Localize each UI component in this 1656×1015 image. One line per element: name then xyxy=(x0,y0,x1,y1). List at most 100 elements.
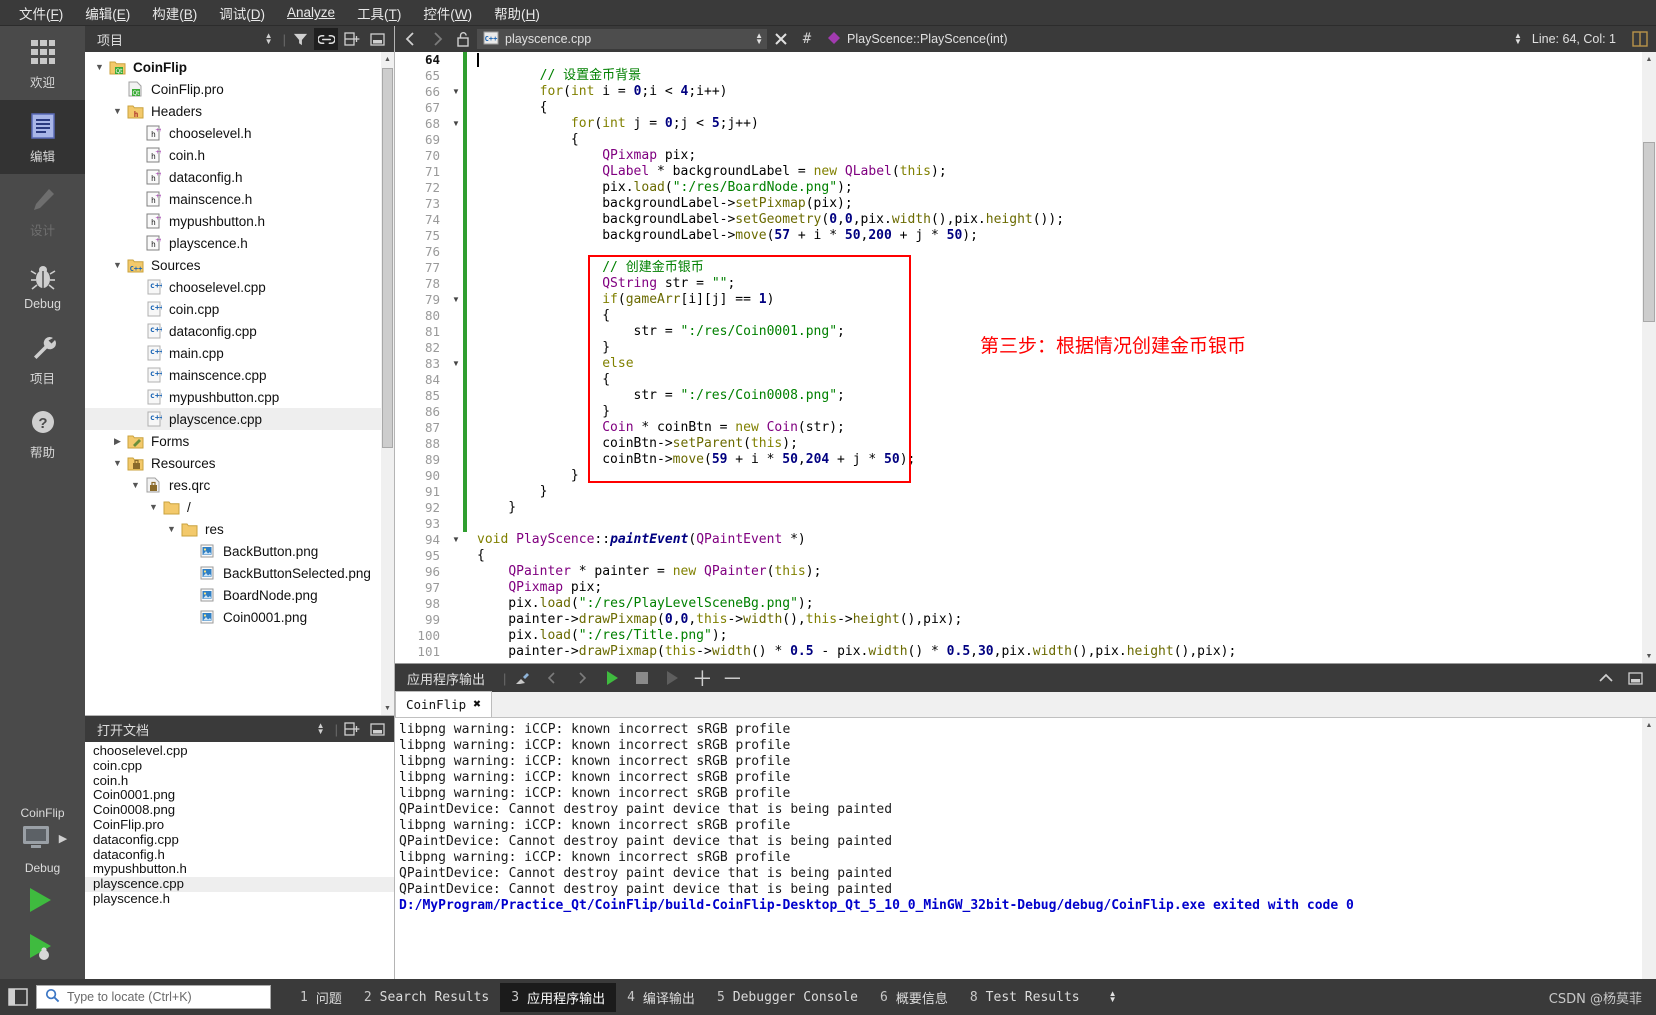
code-line[interactable] xyxy=(477,516,1656,532)
code-line[interactable]: coinBtn->move(59 + i * 50,204 + j * 50); xyxy=(477,452,1656,468)
tree-expander-icon[interactable]: ▼ xyxy=(111,106,124,116)
project-tree-scrollbar[interactable]: ▲ ▼ xyxy=(381,52,394,715)
menu-item-2[interactable]: 构建(B) xyxy=(141,0,208,26)
clear-output-icon[interactable] xyxy=(508,666,536,690)
code-line[interactable]: QPainter * painter = new QPainter(this); xyxy=(477,564,1656,580)
prev-item-icon[interactable] xyxy=(538,666,566,690)
code-editor[interactable]: 64 65 66 67 68 69 70 71 72 73 74 75 76 77 78 79 80 81 82 83… xyxy=(395,52,1656,663)
tree-item-dataconfig-h[interactable]: h ++ dataconfig.h xyxy=(85,166,394,188)
status-tab-0[interactable]: 1 问题 xyxy=(289,983,353,1012)
tree-item-coin-cpp[interactable]: c++ coin.cpp xyxy=(85,298,394,320)
close-icon[interactable]: ✖ xyxy=(473,697,481,712)
open-doc-item[interactable]: CoinFlip.pro xyxy=(85,817,394,833)
filter-icon[interactable] xyxy=(288,28,312,50)
add-split-icon-2[interactable] xyxy=(340,718,364,740)
close-panel-icon[interactable] xyxy=(366,28,390,50)
tree-item-mypushbutton-cpp[interactable]: c++ mypushbutton.cpp xyxy=(85,386,394,408)
editor-scroll-up[interactable]: ▲ xyxy=(1642,52,1656,66)
tree-item-main-cpp[interactable]: c++ main.cpp xyxy=(85,342,394,364)
mode-design[interactable]: 设计 xyxy=(0,174,85,248)
symbol-chip[interactable]: PlayScence::PlayScence(int) xyxy=(821,29,1172,49)
run-output-icon[interactable] xyxy=(598,666,626,690)
code-line[interactable]: painter->drawPixmap(this->width() * 0.5 … xyxy=(477,644,1656,660)
next-item-icon[interactable] xyxy=(568,666,596,690)
code-line[interactable]: for(int i = 0;i < 4;i++) xyxy=(477,84,1656,100)
open-doc-item[interactable]: Coin0001.png xyxy=(85,788,394,803)
open-documents-list[interactable]: chooselevel.cpp coin.cpp coin.h Coin0001.pn… xyxy=(85,742,394,1015)
code-line[interactable]: backgroundLabel->setPixmap(pix); xyxy=(477,196,1656,212)
code-line[interactable]: } xyxy=(477,500,1656,516)
tree-item-chooselevel-cpp[interactable]: c++ chooselevel.cpp xyxy=(85,276,394,298)
scroll-thumb[interactable] xyxy=(382,68,393,448)
kit-row[interactable]: ▶ xyxy=(18,822,67,855)
output-scrollbar[interactable]: ▲ ▼ xyxy=(1642,718,1656,1015)
open-doc-item[interactable]: coin.h xyxy=(85,773,394,789)
code-line[interactable]: { xyxy=(477,132,1656,148)
code-line[interactable]: } xyxy=(477,468,1656,484)
mode-help[interactable]: ? 帮助 xyxy=(0,396,85,470)
tree-item-coin0001-png[interactable]: Coin0001.png xyxy=(85,606,394,628)
code-line[interactable]: // 创建金币银币 xyxy=(477,260,1656,276)
fold-toggle-icon[interactable]: ▼ xyxy=(449,292,463,308)
code-line[interactable]: { xyxy=(477,548,1656,564)
mode-welcome[interactable]: 欢迎 xyxy=(0,26,85,100)
fold-column[interactable]: ▼ ▼ ▼ ▼ ▼ xyxy=(449,52,463,663)
menu-item-0[interactable]: 文件(F) xyxy=(8,0,74,26)
menu-item-1[interactable]: 编辑(E) xyxy=(74,0,141,26)
code-line[interactable]: // 设置金币背景 xyxy=(477,68,1656,84)
code-line[interactable]: { xyxy=(477,372,1656,388)
fold-toggle-icon[interactable]: ▼ xyxy=(449,84,463,100)
menu-item-7[interactable]: 帮助(H) xyxy=(483,0,551,26)
status-tab-6[interactable]: 8 Test Results xyxy=(959,985,1091,1010)
output-tab-coinflip[interactable]: CoinFlip ✖ xyxy=(395,691,493,717)
tree-item-mainscence-cpp[interactable]: c++ mainscence.cpp xyxy=(85,364,394,386)
code-line[interactable]: void PlayScence::paintEvent(QPaintEvent … xyxy=(477,532,1656,548)
split-editor-icon[interactable] xyxy=(1628,27,1652,51)
tree-item-chooselevel-h[interactable]: h ++ chooselevel.h xyxy=(85,122,394,144)
panel-selector-updown-icon-2[interactable]: ▲ ▼ xyxy=(309,718,333,740)
forward-arrow-icon[interactable] xyxy=(425,27,449,51)
mode-edit[interactable]: 编辑 xyxy=(0,100,85,174)
code-line[interactable]: coinBtn->setParent(this); xyxy=(477,436,1656,452)
tree-item-playscence-h[interactable]: h ++ playscence.h xyxy=(85,232,394,254)
hash-icon[interactable]: # xyxy=(795,27,819,51)
editor-scroll-down[interactable]: ▼ xyxy=(1642,649,1656,663)
link-with-editor-icon[interactable] xyxy=(314,28,338,50)
code-line[interactable]: for(int j = 0;j < 5;j++) xyxy=(477,116,1656,132)
zoom-in-icon[interactable]: ＋ xyxy=(688,666,716,691)
kit-build-mode[interactable]: Debug xyxy=(0,855,85,877)
tree-item-mypushbutton-h[interactable]: h ++ mypushbutton.h xyxy=(85,210,394,232)
status-tab-4[interactable]: 5 Debugger Console xyxy=(706,985,869,1010)
code-line[interactable]: QPixmap pix; xyxy=(477,148,1656,164)
code-line[interactable]: pix.load(":/res/Title.png"); xyxy=(477,628,1656,644)
close-output-icon[interactable] xyxy=(1622,666,1650,690)
locator-input[interactable]: Type to locate (Ctrl+K) xyxy=(36,985,271,1009)
fold-toggle-icon[interactable]: ▼ xyxy=(449,532,463,548)
code-line[interactable]: painter->drawPixmap(0,0,this->width(),th… xyxy=(477,612,1656,628)
code-line[interactable] xyxy=(477,244,1656,260)
menu-item-5[interactable]: 工具(T) xyxy=(346,0,412,26)
tree-item-backbuttonselected-png[interactable]: BackButtonSelected.png xyxy=(85,562,394,584)
menu-item-6[interactable]: 控件(W) xyxy=(412,0,483,26)
code-line[interactable]: } xyxy=(477,404,1656,420)
tree-item-res-qrc[interactable]: ▼ res.qrc xyxy=(85,474,394,496)
maximize-output-icon[interactable] xyxy=(1592,666,1620,690)
tree-expander-icon[interactable]: ▶ xyxy=(111,436,124,447)
status-tab-5[interactable]: 6 概要信息 xyxy=(869,983,959,1012)
tree-item-backbutton-png[interactable]: BackButton.png xyxy=(85,540,394,562)
output-tab-overflow-icon[interactable]: ▲ ▼ xyxy=(1095,979,1131,1015)
tree-expander-icon[interactable]: ▼ xyxy=(111,260,124,270)
fold-toggle-icon[interactable]: ▼ xyxy=(449,356,463,372)
file-dropdown-icon[interactable]: ▲ ▼ xyxy=(755,32,763,46)
current-file-chip[interactable]: C++ playscence.cpp ▲ ▼ xyxy=(477,29,767,49)
debug-button[interactable] xyxy=(0,923,85,969)
unlock-icon[interactable] xyxy=(451,27,475,51)
tree-item-headers[interactable]: ▼ h Headers xyxy=(85,100,394,122)
tree-expander-icon[interactable]: ▼ xyxy=(129,480,142,490)
line-nav-icon[interactable]: ▲ ▼ xyxy=(1514,32,1522,46)
attach-debugger-icon[interactable] xyxy=(658,666,686,690)
code-line[interactable]: pix.load(":/res/PlayLevelSceneBg.png"); xyxy=(477,596,1656,612)
code-line[interactable]: QLabel * backgroundLabel = new QLabel(th… xyxy=(477,164,1656,180)
editor-scroll-thumb[interactable] xyxy=(1643,142,1655,322)
tree-expander-icon[interactable]: ▼ xyxy=(93,62,106,72)
